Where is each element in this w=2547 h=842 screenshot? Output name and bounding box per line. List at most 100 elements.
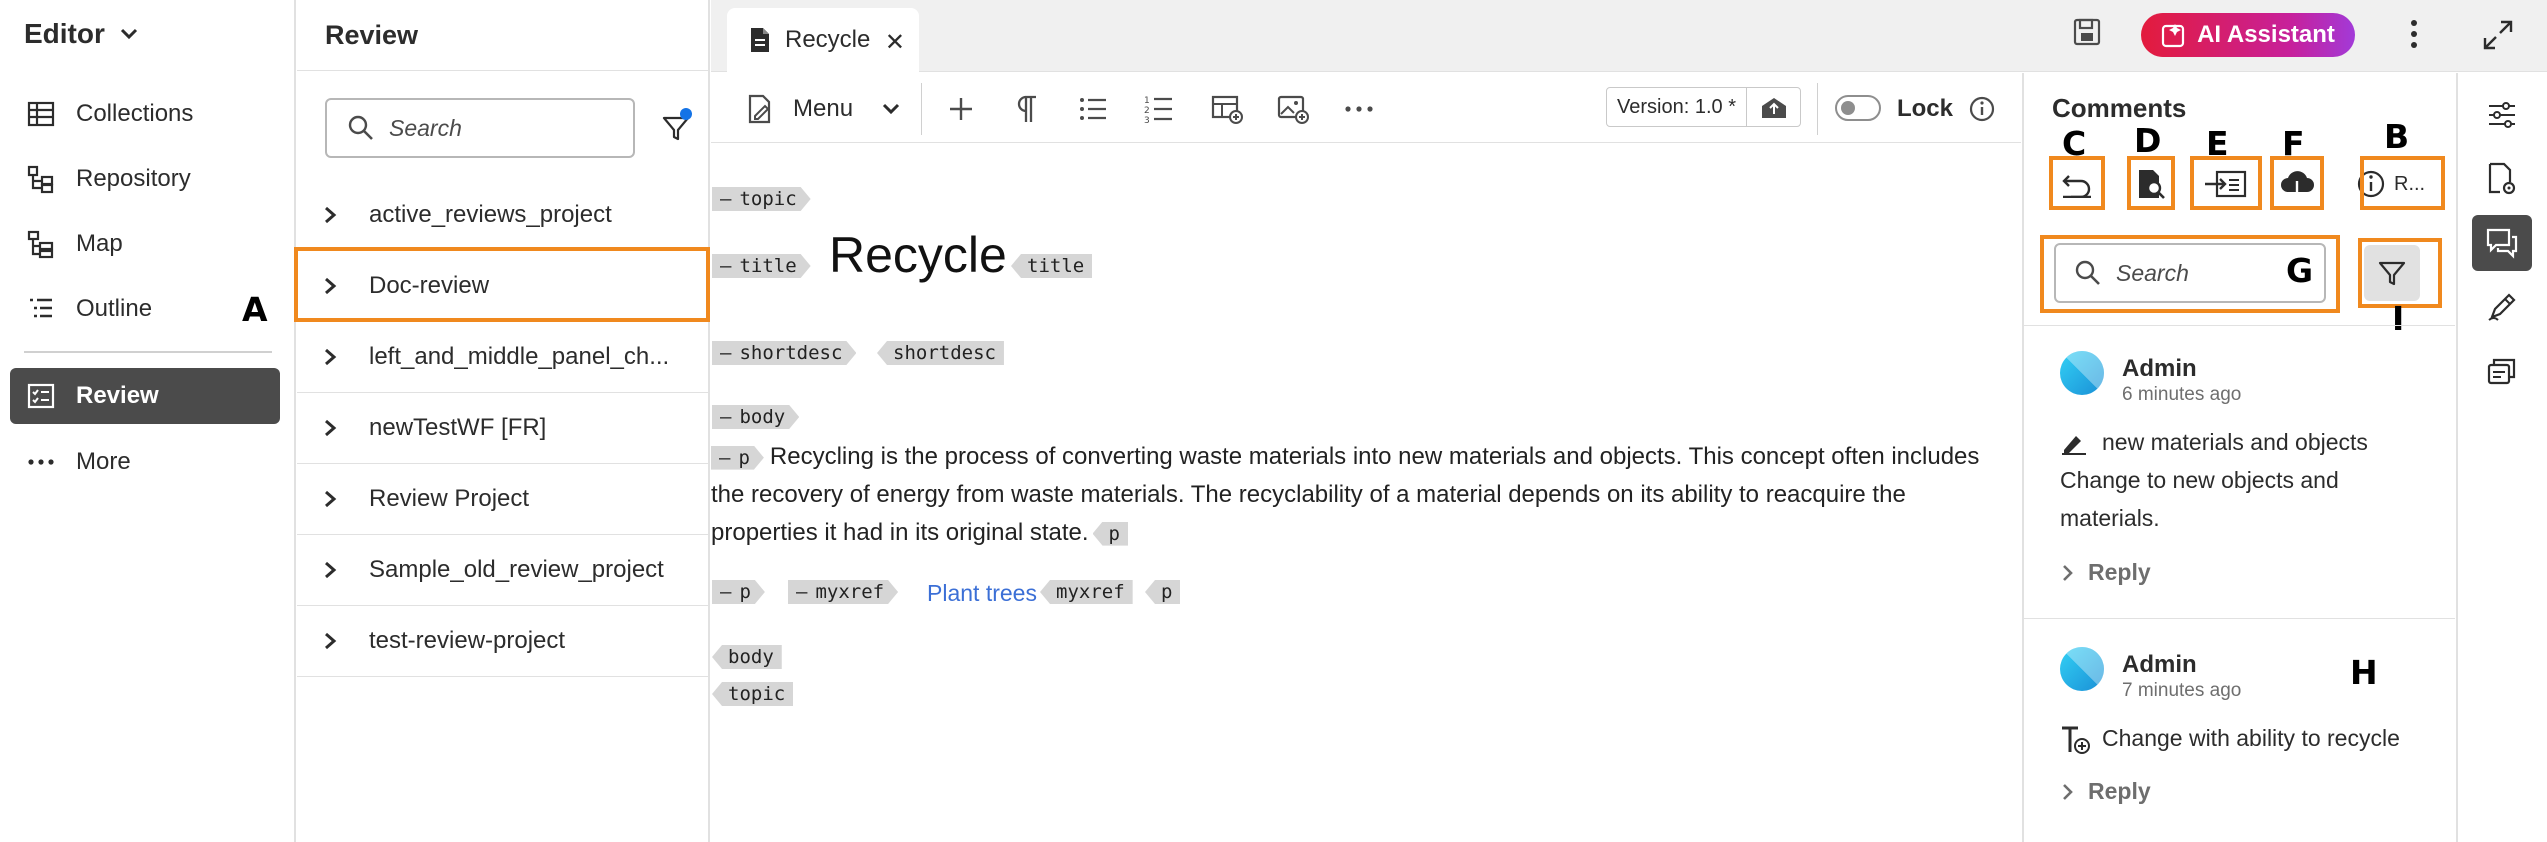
- rail-edit-button[interactable]: [2472, 279, 2532, 335]
- paragraph[interactable]: — p Recycling is the process of convertin…: [711, 438, 2016, 552]
- close-icon[interactable]: ✕: [885, 28, 905, 57]
- tag-label: body: [728, 646, 774, 668]
- tag-title-end[interactable]: title: [1011, 254, 1093, 278]
- version-indicator[interactable]: Version: 1.0 *: [1606, 87, 1801, 127]
- paragraph-button[interactable]: [1007, 89, 1047, 129]
- fullscreen-button[interactable]: [2481, 18, 2515, 57]
- insert-image-button[interactable]: [1273, 89, 1313, 129]
- more-options-button[interactable]: [2396, 16, 2432, 57]
- ai-assistant-button[interactable]: AI Assistant: [2141, 13, 2355, 57]
- divider: [921, 83, 922, 135]
- callout-i: I: [2392, 299, 2405, 338]
- save-version-button[interactable]: [2071, 16, 2103, 53]
- tag-topic-end[interactable]: topic: [712, 682, 794, 706]
- xref-link[interactable]: Plant trees: [927, 580, 1037, 607]
- callout-b: B: [2384, 117, 2410, 156]
- tag-shortdesc-start[interactable]: — shortdesc: [712, 341, 856, 365]
- chevron-right-icon: [323, 418, 343, 438]
- document-icon: [751, 28, 769, 52]
- tag-shortdesc-end[interactable]: shortdesc: [877, 341, 1004, 365]
- rail-comments-button[interactable]: [2472, 215, 2532, 271]
- tag-title-start[interactable]: — title: [712, 254, 811, 278]
- file-settings-icon: [2488, 162, 2516, 195]
- nav-item-label: Review: [76, 382, 159, 409]
- project-label: left_and_middle_panel_ch...: [369, 343, 670, 370]
- project-item[interactable]: active_reviews_project: [297, 180, 710, 251]
- highlight-box: [2358, 238, 2442, 308]
- tag-p-end[interactable]: p: [1145, 580, 1181, 604]
- nav-item-repository[interactable]: Repository: [10, 151, 280, 207]
- upload-version-button[interactable]: [1747, 94, 1800, 120]
- project-item[interactable]: Sample_old_review_project: [297, 535, 710, 606]
- tag-body-start[interactable]: — body: [712, 405, 799, 429]
- tag-p-end[interactable]: p: [1092, 521, 1128, 546]
- map-icon: [24, 227, 58, 261]
- comment-author: Admin: [2122, 651, 2197, 678]
- tag-topic-start[interactable]: — topic: [712, 187, 811, 211]
- menu-dropdown[interactable]: Menu: [747, 89, 907, 129]
- document-title[interactable]: Recycle: [829, 226, 1007, 284]
- lock-label: Lock: [1896, 95, 1953, 122]
- more-tools-button[interactable]: [1339, 89, 1379, 129]
- cloud-upload-icon: [1761, 98, 1786, 118]
- highlight-box: [294, 247, 710, 322]
- filter-active-dot: [680, 108, 692, 120]
- rail-properties-button[interactable]: [2472, 87, 2532, 143]
- highlight-box: [2190, 156, 2262, 210]
- tag-p-start[interactable]: — p: [711, 446, 764, 470]
- lock-info-button[interactable]: [1965, 89, 1999, 129]
- numbered-list-button[interactable]: 123: [1139, 89, 1179, 129]
- versions-icon: [2487, 358, 2516, 385]
- svg-text:2: 2: [1144, 106, 1150, 116]
- left-nav: Editor Collections Repository Map Outlin…: [0, 0, 296, 842]
- nav-item-more[interactable]: More: [10, 434, 280, 490]
- chevron-down-icon: [120, 28, 137, 40]
- divider: [2024, 618, 2455, 619]
- tag-myxref-start[interactable]: — myxref: [788, 580, 898, 604]
- comment-time: 6 minutes ago: [2122, 384, 2242, 405]
- tag-p-start[interactable]: — p: [712, 580, 765, 604]
- comment-text: Change to new objects and materials.: [2060, 467, 2339, 531]
- search-placeholder: Search: [389, 114, 462, 141]
- pilcrow-icon: [1017, 95, 1036, 122]
- nav-item-map[interactable]: Map: [10, 216, 280, 272]
- chevron-right-icon: [323, 631, 343, 651]
- nav-item-label: Outline: [76, 295, 153, 322]
- project-item[interactable]: test-review-project: [297, 606, 710, 677]
- reply-label: Reply: [2088, 559, 2151, 585]
- comment-quote: new materials and objects: [2102, 429, 2368, 455]
- chevron-right-icon: [2063, 564, 2073, 581]
- chevron-right-icon: [323, 489, 343, 509]
- project-item[interactable]: newTestWF [FR]: [297, 393, 710, 464]
- chevron-right-icon: [2063, 783, 2073, 800]
- nav-item-label: Map: [76, 230, 123, 257]
- tag-body-end[interactable]: body: [712, 645, 782, 669]
- insert-element-button[interactable]: [941, 89, 981, 129]
- project-label: test-review-project: [369, 627, 566, 654]
- reply-label: Reply: [2088, 778, 2151, 804]
- tag-myxref-end[interactable]: myxref: [1040, 580, 1133, 604]
- chevron-right-icon: [323, 560, 343, 580]
- review-filter-button[interactable]: [654, 106, 698, 150]
- tag-label: body: [739, 406, 786, 428]
- review-icon: [24, 379, 58, 413]
- nav-item-collections[interactable]: Collections: [10, 86, 280, 142]
- bulleted-list-button[interactable]: [1073, 89, 1113, 129]
- project-label: Review Project: [369, 485, 530, 512]
- save-icon: [2073, 18, 2101, 46]
- nav-item-review[interactable]: Review: [10, 368, 280, 424]
- insert-table-button[interactable]: [1207, 89, 1247, 129]
- reply-button[interactable]: Reply: [2062, 778, 2151, 805]
- review-search-input[interactable]: Search: [325, 98, 635, 158]
- tab-recycle[interactable]: Recycle ✕: [727, 8, 919, 72]
- document-canvas[interactable]: — topic — title Recycle title — shortdes…: [711, 144, 2021, 842]
- nav-item-outline[interactable]: Outline: [10, 281, 280, 337]
- rail-versions-button[interactable]: [2472, 343, 2532, 399]
- lock-toggle[interactable]: [1835, 95, 1881, 121]
- reply-button[interactable]: Reply: [2062, 559, 2151, 586]
- project-item[interactable]: Review Project: [297, 464, 710, 535]
- rail-file-settings-button[interactable]: [2472, 151, 2532, 207]
- project-item[interactable]: left_and_middle_panel_ch...: [297, 322, 710, 393]
- editor-switcher[interactable]: Editor: [24, 18, 139, 50]
- right-rail: [2456, 73, 2547, 842]
